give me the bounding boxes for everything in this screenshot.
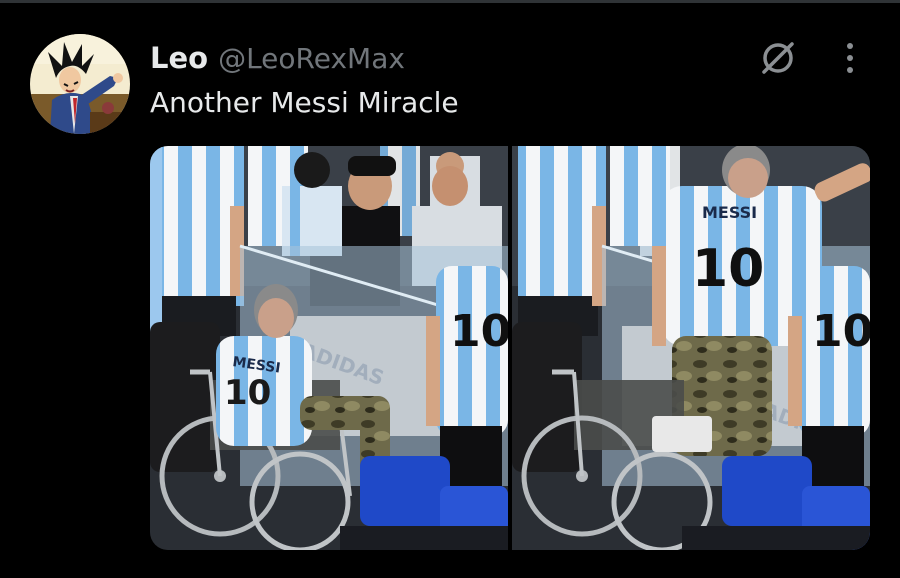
stadium-wheelchair-photo-left: ADIDAS MESSI 10 10 [150, 146, 508, 550]
stadium-standing-photo-right: ADIDAS MESSI 10 10 [512, 146, 870, 550]
anime-avatar-icon [30, 34, 130, 134]
more-options-button[interactable] [830, 36, 870, 80]
top-divider [0, 0, 900, 3]
tweet-header: Leo @LeoRexMax [150, 38, 405, 78]
user-handle[interactable]: @LeoRexMax [218, 42, 405, 75]
more-vertical-icon [847, 43, 853, 73]
tweet-media-grid: ADIDAS MESSI 10 10 MESSI 10 10 [150, 146, 870, 550]
jersey-number-left-seated: 10 [224, 373, 271, 413]
jersey-number-left-standing: 10 [450, 306, 508, 357]
grok-button[interactable] [756, 36, 800, 80]
grok-slash-circle-icon [762, 42, 794, 74]
jersey-number-right-standing: 10 [692, 239, 764, 299]
user-avatar[interactable] [30, 34, 130, 134]
tweet-text: Another Messi Miracle [150, 86, 459, 119]
jersey-number-right-fan: 10 [812, 306, 870, 357]
jersey-name-right: MESSI [702, 203, 757, 222]
display-name[interactable]: Leo [150, 41, 208, 75]
media-photo-left[interactable]: ADIDAS MESSI 10 10 [150, 146, 508, 550]
media-photo-right[interactable]: ADIDAS MESSI 10 10 [512, 146, 870, 550]
